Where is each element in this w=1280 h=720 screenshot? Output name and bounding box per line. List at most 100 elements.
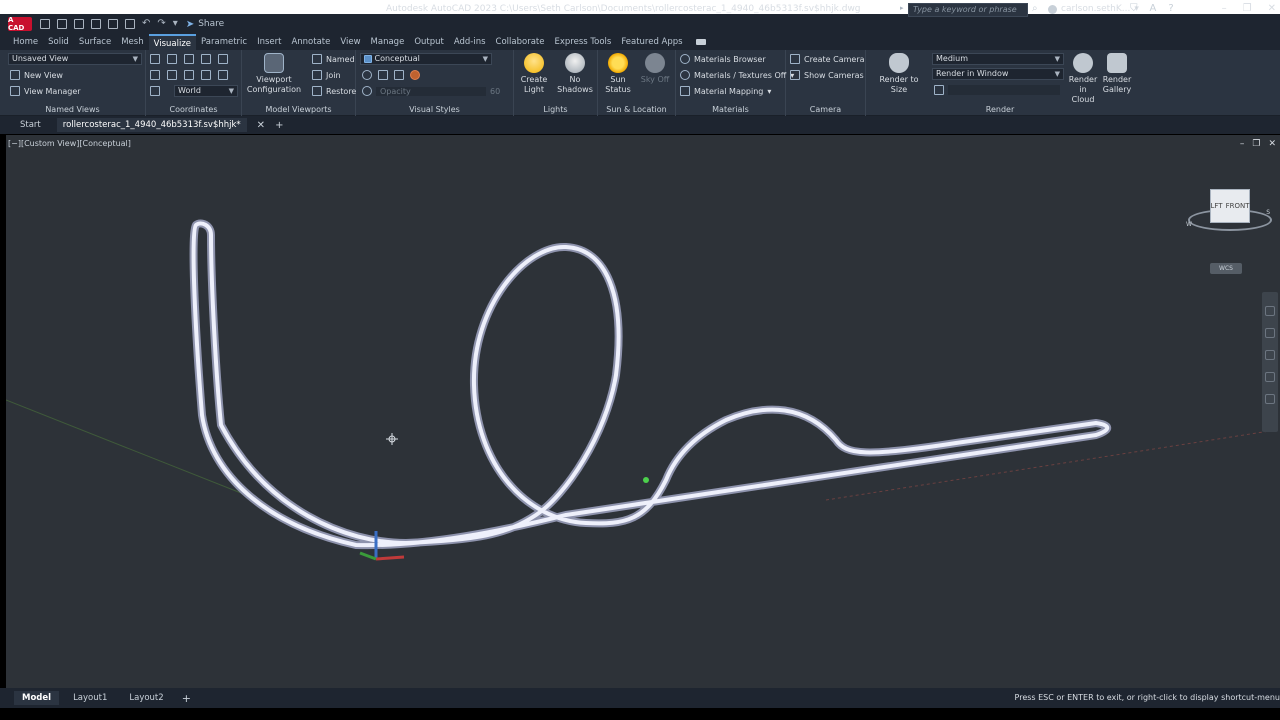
model-viewports-title[interactable]: Model Viewports: [242, 105, 355, 114]
tab-collaborate[interactable]: Collaborate: [491, 34, 550, 50]
redo-icon[interactable]: ↷: [157, 19, 165, 29]
autocad-logo-button[interactable]: A CAD: [8, 16, 32, 32]
autodesk-app-icon[interactable]: A: [1150, 3, 1157, 14]
tab-output[interactable]: Output: [409, 34, 449, 50]
close-icon[interactable]: ✕: [1268, 3, 1276, 14]
sun-location-title[interactable]: Sun & Location: [598, 105, 675, 114]
named-views-title[interactable]: Named Views: [0, 105, 145, 114]
close-tab-icon[interactable]: ✕: [257, 120, 265, 131]
ucs-z-icon[interactable]: [201, 70, 211, 80]
showmotion-icon[interactable]: [1265, 394, 1275, 404]
xray-icon[interactable]: [394, 70, 404, 80]
steering-wheel-icon[interactable]: [1265, 306, 1275, 316]
render-output-dropdown[interactable]: Render in Window ▼: [932, 68, 1064, 80]
visual-styles-title[interactable]: Visual Styles: [356, 105, 513, 114]
tab-view[interactable]: View: [335, 34, 365, 50]
wcs-menu[interactable]: WCS: [1210, 263, 1242, 274]
ucs-previous-icon[interactable]: [150, 86, 160, 96]
document-tab[interactable]: rollercosterac_1_4940_46b5313f.sv$hhjk*: [56, 118, 247, 132]
create-light-button[interactable]: Create Light: [516, 53, 552, 95]
orbit-icon[interactable]: [1265, 372, 1275, 382]
share-button[interactable]: ➤ Share: [186, 19, 224, 30]
tab-express-tools[interactable]: Express Tools: [549, 34, 616, 50]
new-file-icon[interactable]: [40, 19, 50, 29]
edge-effects-icon[interactable]: [362, 70, 372, 80]
model-canvas[interactable]: [6, 135, 1280, 688]
undo-icon[interactable]: ↶: [142, 19, 150, 29]
render-exposure-slider[interactable]: [948, 85, 1060, 95]
help-search-input[interactable]: Type a keyword or phrase: [908, 3, 1028, 17]
tab-parametric[interactable]: Parametric: [196, 34, 252, 50]
tab-insert[interactable]: Insert: [252, 34, 286, 50]
ucs-icon[interactable]: [150, 54, 160, 64]
materials-textures-button[interactable]: Materials / Textures Off ▾: [680, 70, 794, 80]
ucs-x-icon[interactable]: [167, 70, 177, 80]
tab-solid[interactable]: Solid: [43, 34, 74, 50]
search-icon[interactable]: ⌕: [1032, 3, 1038, 14]
render-gallery-button[interactable]: Render Gallery: [1100, 53, 1134, 95]
search-expand-icon[interactable]: ▸: [900, 4, 904, 12]
show-cameras-button[interactable]: Show Cameras: [790, 70, 864, 80]
plot-icon[interactable]: [125, 19, 135, 29]
opacity-slider[interactable]: Opacity: [376, 86, 486, 96]
save-as-icon[interactable]: [91, 19, 101, 29]
tab-mesh[interactable]: Mesh: [116, 34, 148, 50]
visual-style-dropdown[interactable]: Conceptual ▼: [360, 53, 492, 65]
zoom-icon[interactable]: [1265, 350, 1275, 360]
pan-icon[interactable]: [1265, 328, 1275, 338]
view-manager-button[interactable]: View Manager: [10, 86, 81, 96]
render-to-size-button[interactable]: Render to Size: [870, 53, 928, 95]
sun-status-button[interactable]: Sun Status: [600, 53, 636, 95]
restore-icon[interactable]: ❐: [1243, 3, 1252, 14]
save-icon[interactable]: [74, 19, 84, 29]
add-layout-icon[interactable]: +: [182, 692, 191, 705]
customize-qat-icon[interactable]: ▾: [173, 19, 178, 29]
material-color-icon[interactable]: [410, 70, 420, 80]
ucs-origin-icon[interactable]: [184, 54, 194, 64]
start-tab[interactable]: Start: [14, 118, 47, 132]
viewcube[interactable]: LFT FRONT W S: [1184, 179, 1274, 239]
ucs-object-icon[interactable]: [218, 70, 228, 80]
tab-add-ins[interactable]: Add-ins: [449, 34, 491, 50]
viewport-restore-icon[interactable]: ❐: [1252, 139, 1260, 149]
named-viewports-button[interactable]: Named: [312, 54, 355, 64]
join-viewports-button[interactable]: Join: [312, 70, 341, 80]
sky-off-button[interactable]: Sky Off: [636, 53, 674, 85]
render-title[interactable]: Render: [866, 105, 1134, 114]
materials-browser-button[interactable]: Materials Browser: [680, 54, 766, 64]
viewport-close-icon[interactable]: ✕: [1268, 139, 1276, 149]
ucs-dropdown[interactable]: World ▼: [174, 85, 238, 97]
restore-viewports-button[interactable]: Restore: [312, 86, 356, 96]
viewport-minimize-icon[interactable]: –: [1240, 139, 1245, 149]
ribbon-minimize-icon[interactable]: [695, 39, 706, 45]
tab-featured-apps[interactable]: Featured Apps: [616, 34, 687, 50]
ucs-y-icon[interactable]: [184, 70, 194, 80]
coordinates-title[interactable]: Coordinates: [146, 105, 241, 114]
web-mobile-icon[interactable]: [108, 19, 118, 29]
minimize-icon[interactable]: –: [1222, 3, 1227, 14]
new-view-button[interactable]: New View: [10, 70, 63, 80]
lights-title[interactable]: Lights: [514, 105, 597, 114]
material-mapping-button[interactable]: Material Mapping ▾: [680, 86, 771, 96]
render-in-cloud-button[interactable]: Render in Cloud: [1064, 53, 1102, 105]
drawing-viewport[interactable]: [−][Custom View][Conceptual] – ❐ ✕ LFT F…: [6, 135, 1280, 688]
ucs-3point-icon[interactable]: [218, 54, 228, 64]
face-style-icon[interactable]: [378, 70, 388, 80]
tab-annotate[interactable]: Annotate: [286, 34, 335, 50]
cart-icon[interactable]: ⛉: [1130, 3, 1138, 14]
user-account-button[interactable]: carlson.sethK... ▾: [1048, 4, 1139, 14]
tab-surface[interactable]: Surface: [74, 34, 116, 50]
ucs-world-icon[interactable]: [167, 54, 177, 64]
layout-tab-layout2[interactable]: Layout2: [121, 691, 171, 705]
materials-title[interactable]: Materials: [676, 105, 785, 114]
open-folder-icon[interactable]: [57, 19, 67, 29]
tab-visualize[interactable]: Visualize: [148, 34, 197, 50]
layout-tab-model[interactable]: Model: [14, 691, 60, 705]
viewport-configuration-button[interactable]: Viewport Configuration: [246, 53, 302, 95]
ucs-view-icon[interactable]: [150, 70, 160, 80]
render-quality-dropdown[interactable]: Medium ▼: [932, 53, 1064, 65]
tab-manage[interactable]: Manage: [366, 34, 410, 50]
opacity-value[interactable]: 60: [490, 87, 500, 96]
ucs-zaxis-icon[interactable]: [201, 54, 211, 64]
no-shadows-button[interactable]: No Shadows: [556, 53, 594, 95]
